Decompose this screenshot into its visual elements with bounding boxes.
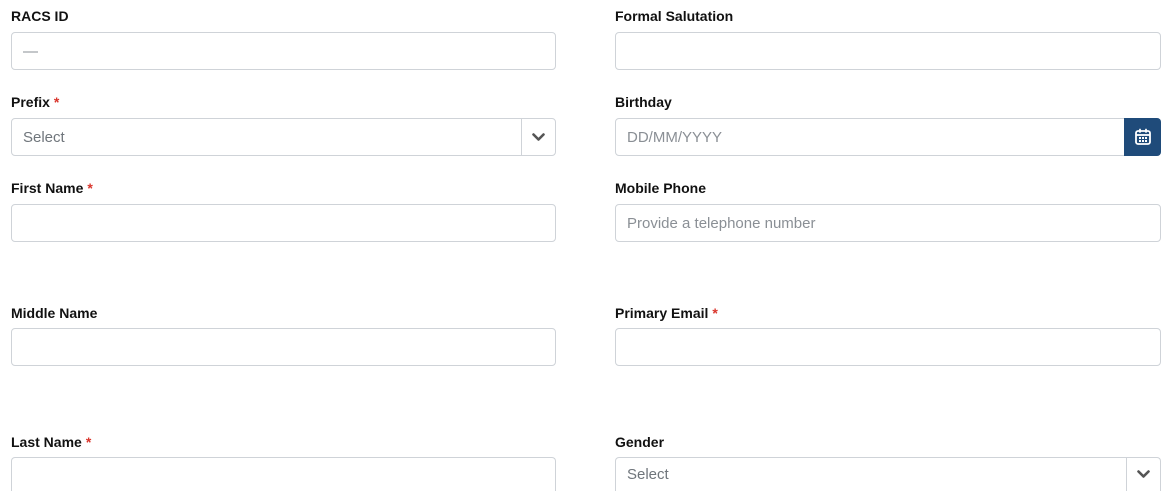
birthday-label: Birthday [615,94,672,110]
prefix-dropdown-button[interactable] [521,119,555,155]
primary-email-label: Primary Email * [615,305,718,321]
required-asterisk: * [712,305,718,321]
gender-selected-value: Select [627,466,669,483]
date-picker-button[interactable] [1124,118,1161,156]
last-name-input[interactable] [12,458,555,491]
formal-salutation-field [615,32,1161,70]
middle-name-field [11,328,556,366]
first-name-input[interactable] [12,205,555,241]
gender-select[interactable]: Select [615,457,1161,491]
last-name-label: Last Name * [11,434,92,450]
chevron-down-icon [532,132,545,141]
birthday-field [615,118,1161,156]
required-asterisk: * [85,434,92,450]
birthday-input[interactable] [616,119,1160,155]
mobile-phone-input[interactable] [616,205,1160,241]
prefix-selected-value: Select [23,128,65,146]
mobile-phone-label: Mobile Phone [615,180,706,196]
required-asterisk: * [53,94,60,110]
middle-name-input[interactable] [12,329,555,365]
required-asterisk: * [87,180,93,196]
primary-email-field [615,328,1161,366]
racs-id-field: — [11,32,556,70]
gender-dropdown-button[interactable] [1126,458,1160,491]
primary-email-input[interactable] [616,329,1160,365]
racs-id-value: — [23,42,38,60]
gender-label: Gender [615,434,665,450]
mobile-phone-field [615,204,1161,242]
first-name-label: First Name * [11,180,93,196]
formal-salutation-input[interactable] [616,33,1160,69]
calendar-icon [1134,128,1151,145]
last-name-field [11,457,556,491]
prefix-select[interactable]: Select [11,118,556,156]
first-name-field [11,204,556,242]
formal-salutation-label: Formal Salutation [615,8,734,24]
prefix-label: Prefix * [11,94,60,110]
racs-id-label: RACS ID [11,8,69,24]
chevron-down-icon [1137,470,1150,478]
middle-name-label: Middle Name [11,305,98,321]
